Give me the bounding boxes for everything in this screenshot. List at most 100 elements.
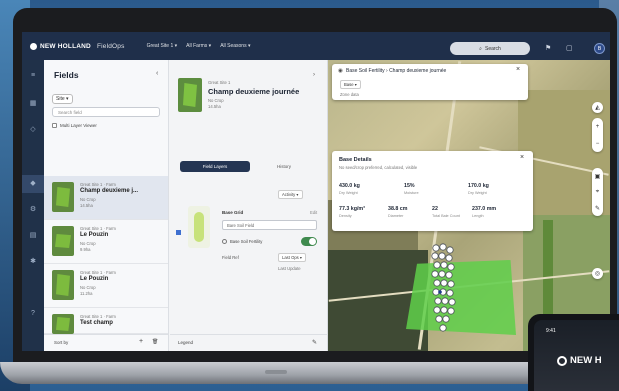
stat-value: 170.0 kg bbox=[468, 183, 489, 189]
compass-icon[interactable]: ◭ bbox=[592, 102, 603, 113]
base-details-title: Base Details bbox=[339, 157, 372, 163]
stat-label: Total Bale Count bbox=[432, 214, 460, 218]
expand-icon[interactable]: › bbox=[313, 72, 315, 78]
breadcrumb-site[interactable]: Great Site 1 ▾ bbox=[147, 43, 178, 49]
field-name: Champ deuxieme j... bbox=[80, 188, 139, 194]
help-icon[interactable]: ? bbox=[29, 310, 37, 318]
layer-title: Base Soil Fertility › Champ deuxieme jou… bbox=[346, 68, 447, 74]
phone-brand-text: NEW H bbox=[570, 355, 602, 366]
history-link[interactable]: History bbox=[277, 164, 291, 169]
stat-label: Density bbox=[339, 214, 352, 218]
list-item[interactable]: Great Site 1 · Farm Test champ bbox=[44, 308, 168, 334]
field-thumbnail bbox=[52, 270, 74, 300]
list-item[interactable]: Great Site 1 · Farm Champ deuxieme j... … bbox=[44, 176, 168, 220]
field-ref-label: Field Ref bbox=[222, 255, 239, 260]
list-item[interactable]: Great Site 1 · Farm Le Pouzin No Crop 9.9… bbox=[44, 220, 168, 264]
field-thumbnail bbox=[52, 314, 74, 334]
stat-label: Moisture bbox=[404, 191, 419, 195]
search-icon: ⌕ bbox=[479, 45, 482, 52]
machines-icon[interactable]: ⚙ bbox=[29, 206, 37, 214]
field-meta: No Crop 14.5ha bbox=[80, 197, 96, 208]
collapse-icon[interactable]: ‹ bbox=[156, 70, 158, 77]
dashboard-icon[interactable]: ▦ bbox=[29, 100, 37, 108]
layer-select[interactable]: Base ▾ bbox=[340, 80, 361, 89]
crop-icon bbox=[194, 212, 204, 242]
fields-icon[interactable]: ◆ bbox=[29, 180, 37, 188]
last-ops-select[interactable]: Last Ops ▾ bbox=[278, 253, 307, 262]
map-icon[interactable]: ◇ bbox=[29, 126, 37, 134]
close-icon[interactable]: × bbox=[520, 154, 524, 161]
delete-icon[interactable]: 🗑 bbox=[152, 339, 158, 345]
toggle-label: Base Soil Fertility bbox=[230, 239, 263, 244]
stat-label: Dry Weight bbox=[468, 191, 487, 195]
base-details-sub: No seed/crop preferred, calculated, visi… bbox=[339, 165, 418, 170]
multi-layer-toggle[interactable]: Multi Layer Viewer bbox=[52, 123, 97, 128]
field-name: Le Pouzin bbox=[80, 232, 109, 238]
product-name: FieldOps bbox=[96, 42, 125, 50]
fields-title: Fields bbox=[54, 70, 79, 80]
stat-value: 77.3 kg/m³ bbox=[339, 206, 365, 212]
breadcrumb: Great Site 1 ▾ All Farms ▾ All Seasons ▾ bbox=[147, 43, 251, 49]
selected-field-polygon[interactable] bbox=[406, 260, 516, 335]
edit-icon[interactable]: ✎ bbox=[312, 339, 317, 346]
laptop-base bbox=[0, 362, 619, 384]
zoom-out-icon[interactable]: − bbox=[596, 141, 600, 147]
add-field-button[interactable]: + bbox=[139, 338, 143, 345]
fields-footer: Sort by + 🗑 bbox=[44, 334, 168, 351]
detail-meta: No Crop 14.5ha bbox=[208, 98, 224, 109]
list-item[interactable]: Great Site 1 · Farm Le Pouzin No Crop 11.… bbox=[44, 264, 168, 308]
field-name: Le Pouzin bbox=[80, 276, 109, 282]
recenter-icon[interactable]: ◎ bbox=[592, 268, 603, 279]
bale-markers[interactable] bbox=[430, 242, 458, 334]
satellite-map[interactable]: ◉ Base Soil Fertility › Champ deuxieme j… bbox=[328, 60, 610, 351]
sort-button[interactable]: Sort by bbox=[54, 340, 68, 345]
locate-icon[interactable]: ⌖ bbox=[596, 189, 599, 196]
apps-icon[interactable]: ▢ bbox=[566, 44, 573, 52]
stat-value: 38.8 cm bbox=[388, 206, 408, 212]
stat-value: 15% bbox=[404, 183, 415, 189]
edit-link[interactable]: Edit bbox=[310, 210, 317, 215]
detail-field-name: Champ deuxieme journée bbox=[208, 87, 300, 96]
breadcrumb-seasons[interactable]: All Seasons ▾ bbox=[220, 43, 250, 49]
layers-icon[interactable]: ▣ bbox=[595, 173, 601, 180]
layer-header-card: ◉ Base Soil Fertility › Champ deuxieme j… bbox=[332, 64, 528, 100]
legend-button[interactable]: Legend bbox=[178, 340, 193, 345]
field-layers-button[interactable]: Field Layers bbox=[180, 161, 250, 172]
avatar[interactable]: B bbox=[594, 43, 605, 54]
field-search-input[interactable]: Search field bbox=[52, 107, 160, 117]
multi-layer-label: Multi Layer Viewer bbox=[60, 123, 97, 128]
layer-visibility-toggle[interactable] bbox=[301, 237, 317, 246]
field-farm: Great Site 1 · Farm bbox=[80, 182, 116, 187]
zoom-in-icon[interactable]: + bbox=[596, 124, 600, 130]
stat-label: Diameter bbox=[388, 214, 404, 218]
field-farm: Great Site 1 · Farm bbox=[80, 314, 116, 319]
reports-icon[interactable]: ▤ bbox=[29, 232, 37, 240]
field-thumbnail bbox=[52, 182, 74, 212]
settings-icon[interactable]: ✱ bbox=[29, 258, 37, 266]
field-meta: No Crop 9.9ha bbox=[80, 241, 96, 252]
zoom-control: + − bbox=[592, 118, 603, 152]
phone-clock: 9:41 bbox=[546, 328, 556, 334]
layer-sub: Zone data bbox=[340, 92, 359, 97]
activity-select[interactable]: Activity ▾ bbox=[278, 190, 303, 199]
breadcrumb-farms[interactable]: All Farms ▾ bbox=[186, 43, 211, 49]
brand-logo[interactable]: NEW HOLLAND FieldOps bbox=[30, 42, 125, 50]
search-button[interactable]: ⌕ Search bbox=[450, 42, 530, 55]
base-details-card: Base Details × No seed/crop preferred, c… bbox=[332, 151, 533, 231]
search-label: Search bbox=[484, 45, 501, 52]
field-thumbnail bbox=[52, 226, 74, 256]
measure-icon[interactable]: ✎ bbox=[595, 205, 600, 212]
checkbox-icon bbox=[52, 123, 57, 128]
notification-icon[interactable]: ⚑ bbox=[545, 44, 551, 52]
fields-panel: Fields ‹ Site ▾ Search field Multi Layer… bbox=[44, 60, 169, 351]
detail-farm: Great Site 1 bbox=[208, 80, 231, 85]
field-detail-panel: Great Site 1 Champ deuxieme journée No C… bbox=[170, 60, 328, 351]
menu-icon[interactable]: ≡ bbox=[29, 72, 37, 80]
detail-footer: Legend ✎ bbox=[170, 334, 328, 351]
layer-dropdown[interactable]: Bare Soil Field bbox=[222, 220, 317, 230]
farm-filter[interactable]: Site ▾ bbox=[52, 94, 73, 104]
radio-icon[interactable] bbox=[222, 239, 227, 244]
nav-rail: ≡ ▦ ◇ ◆ ⚙ ▤ ✱ ? bbox=[22, 60, 44, 351]
close-icon[interactable]: × bbox=[516, 66, 520, 73]
phone-brand-logo: NEW H bbox=[557, 355, 602, 366]
